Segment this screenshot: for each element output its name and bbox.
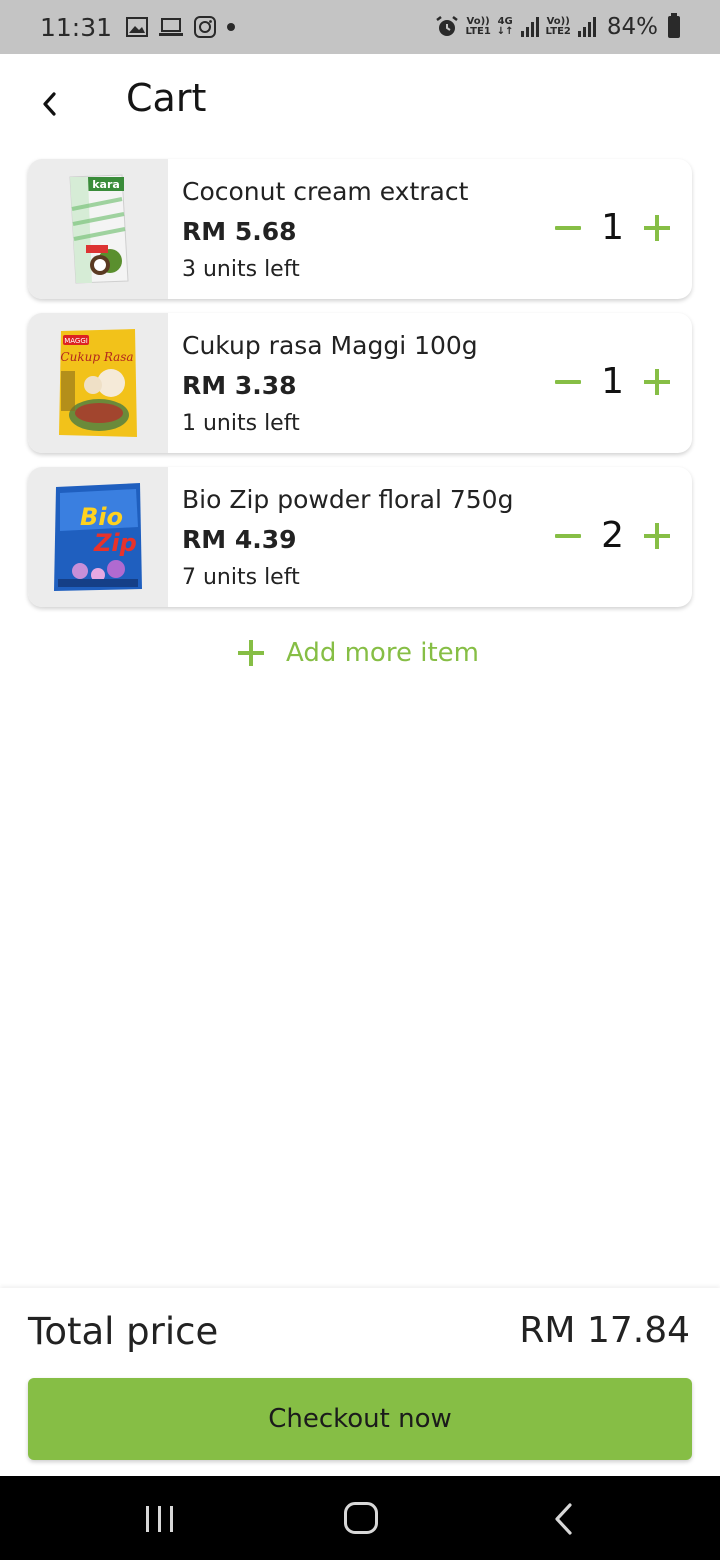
- status-time: 11:31: [40, 12, 113, 42]
- item-name: Cukup rasa Maggi 100g: [182, 331, 478, 360]
- svg-text:MAGGI: MAGGI: [64, 337, 88, 345]
- status-left-icons: [126, 16, 236, 38]
- alarm-icon: [436, 16, 459, 36]
- signal-4g-icon: 4G ↓↑: [496, 16, 514, 37]
- quantity-stepper: 1: [553, 361, 672, 402]
- recent-apps-button[interactable]: [146, 1506, 174, 1532]
- item-name: Coconut cream extract: [182, 177, 469, 206]
- home-button[interactable]: [344, 1502, 378, 1534]
- signal-bars-icon: [577, 17, 596, 37]
- coconut-cream-image: kara: [69, 174, 129, 284]
- decrease-quantity-button[interactable]: [553, 521, 583, 551]
- svg-text:Bio: Bio: [80, 503, 123, 531]
- cart-item[interactable]: kara Coconut cream extract RM 5.68 3 uni…: [28, 159, 692, 299]
- quantity-value: 1: [601, 207, 624, 248]
- item-stock: 1 units left: [182, 411, 300, 436]
- app-header: Cart: [0, 54, 720, 154]
- system-back-button[interactable]: [548, 1502, 578, 1536]
- svg-text:Cukup Rasa: Cukup Rasa: [60, 350, 133, 364]
- item-price: RM 3.38: [182, 371, 297, 400]
- product-image: MAGGI Cukup Rasa: [28, 313, 168, 453]
- total-price-label: Total price: [28, 1310, 219, 1353]
- signal-bars-icon: [520, 17, 539, 37]
- product-image: kara: [28, 159, 168, 299]
- maggi-pack-image: MAGGI Cukup Rasa: [59, 329, 137, 437]
- item-price: RM 4.39: [182, 525, 297, 554]
- checkout-panel: Total price RM 17.84 Checkout now: [0, 1288, 720, 1476]
- quantity-stepper: 1: [553, 207, 672, 248]
- instagram-icon: [194, 16, 217, 38]
- increase-quantity-button[interactable]: [642, 367, 672, 397]
- add-more-item-button[interactable]: Add more item: [238, 638, 479, 668]
- status-bar: 11:31 Vo)) LTE1 4G ↓↑ Vo)) LTE2 84%: [0, 0, 720, 54]
- chevron-left-icon: [43, 92, 56, 116]
- battery-percent: 84%: [606, 14, 658, 40]
- decrease-quantity-button[interactable]: [553, 367, 583, 397]
- product-image: Bio Zip: [28, 467, 168, 607]
- cart-item[interactable]: Bio Zip Bio Zip powder floral 750g RM 4.…: [28, 467, 692, 607]
- system-navigation-bar: [0, 1476, 720, 1560]
- increase-quantity-button[interactable]: [642, 521, 672, 551]
- total-price-value: RM 17.84: [519, 1310, 690, 1351]
- status-right-icons: Vo)) LTE1 4G ↓↑ Vo)) LTE2 84%: [435, 13, 680, 40]
- battery-icon: [668, 13, 680, 38]
- checkout-button[interactable]: Checkout now: [28, 1378, 692, 1460]
- decrease-quantity-button[interactable]: [553, 213, 583, 243]
- volte-lte1-icon: Vo)) LTE1: [465, 16, 491, 37]
- svg-text:kara: kara: [92, 178, 120, 191]
- item-stock: 7 units left: [182, 565, 300, 590]
- back-button[interactable]: [34, 84, 64, 124]
- plus-icon: [238, 640, 264, 666]
- add-more-item-label: Add more item: [286, 638, 479, 668]
- item-name: Bio Zip powder floral 750g: [182, 485, 514, 514]
- quantity-value: 2: [601, 515, 624, 556]
- volte-lte2-icon: Vo)) LTE2: [545, 16, 571, 37]
- svg-text:Zip: Zip: [93, 529, 137, 557]
- bio-zip-pack-image: Bio Zip: [54, 483, 142, 591]
- page-title: Cart: [126, 76, 207, 120]
- laptop-icon: [159, 18, 184, 36]
- quantity-value: 1: [601, 361, 624, 402]
- quantity-stepper: 2: [553, 515, 672, 556]
- item-stock: 3 units left: [182, 257, 300, 282]
- item-price: RM 5.68: [182, 217, 297, 246]
- increase-quantity-button[interactable]: [642, 213, 672, 243]
- dot-icon: [227, 23, 236, 31]
- cart-item[interactable]: MAGGI Cukup Rasa Cukup rasa Maggi 100g R…: [28, 313, 692, 453]
- gallery-icon: [126, 17, 149, 37]
